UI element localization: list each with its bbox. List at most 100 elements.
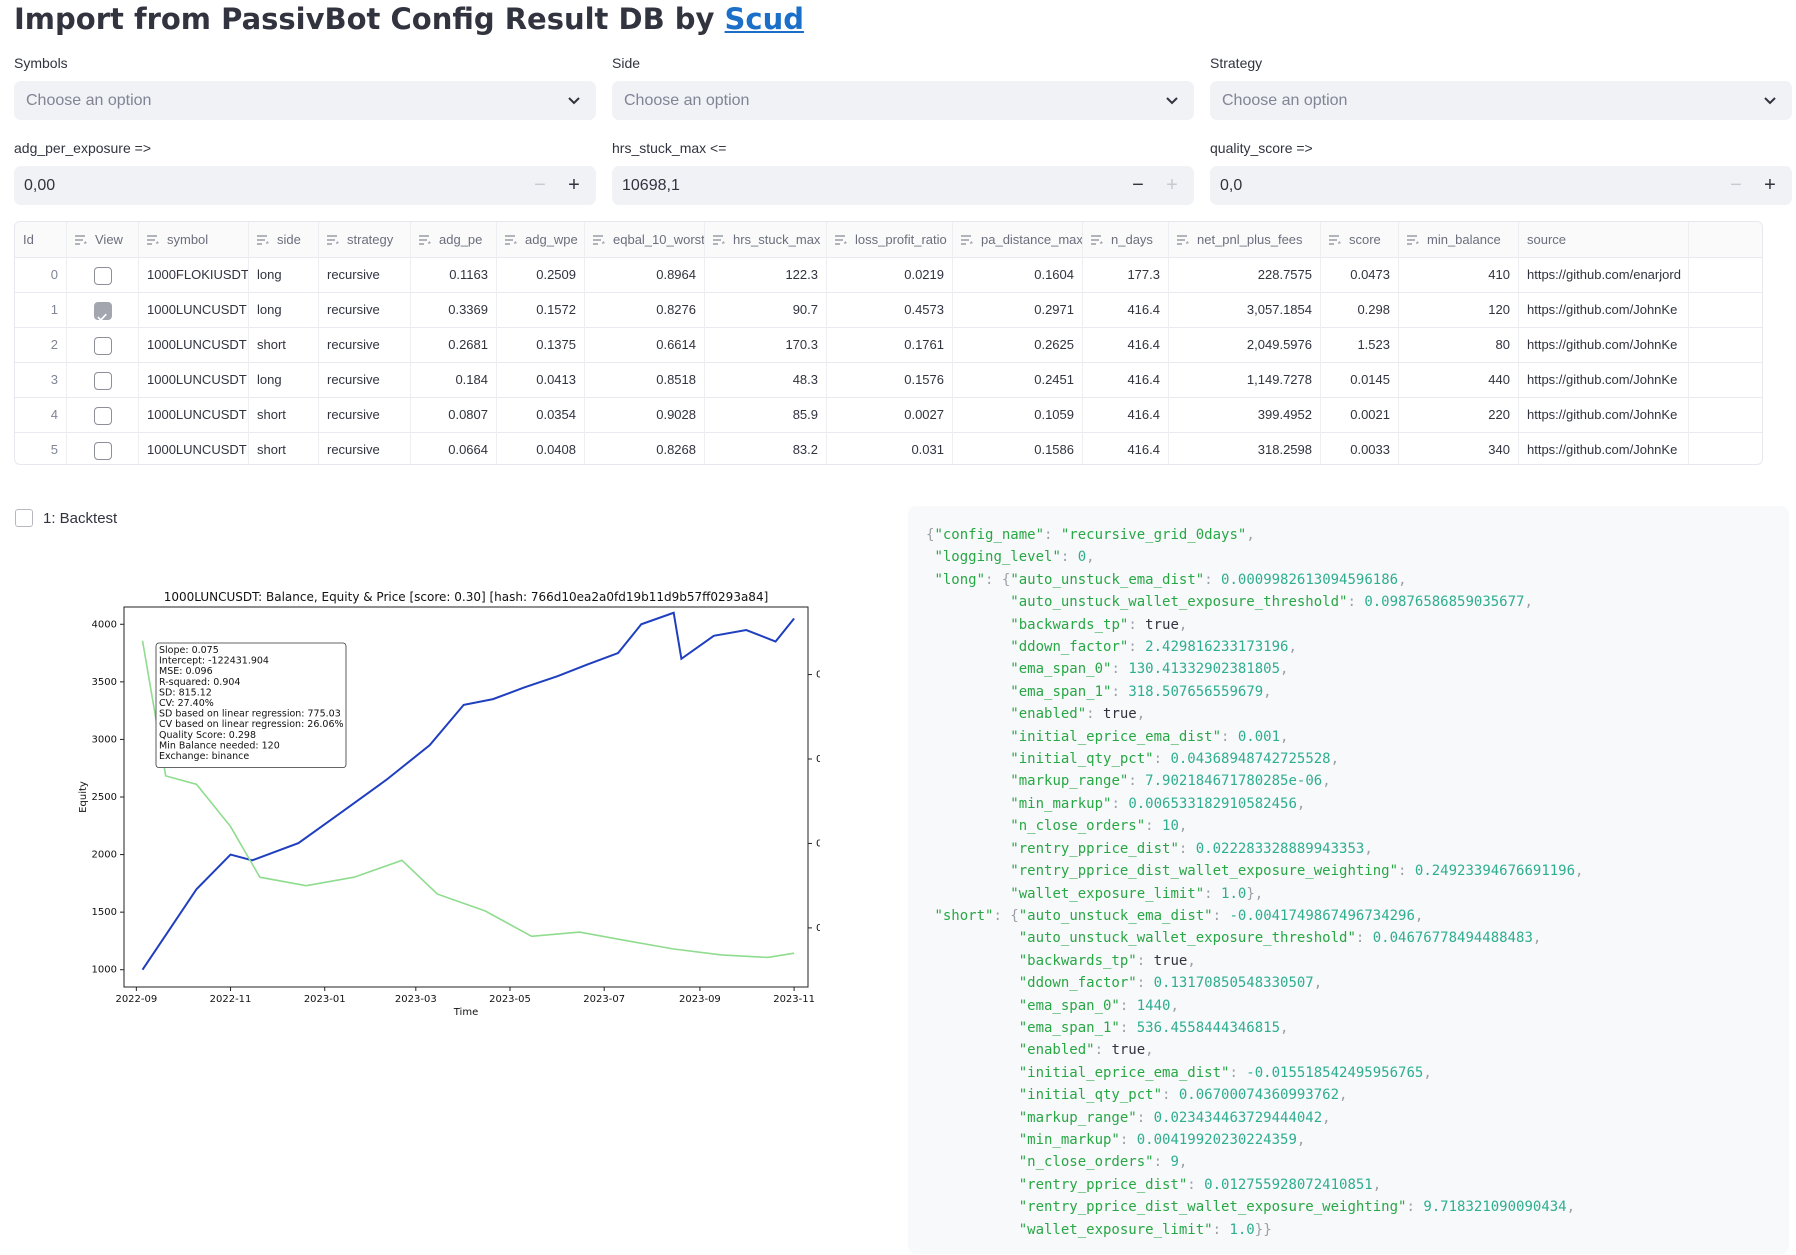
column-header-adg-wpe[interactable]: adg_wpe [497,222,585,257]
cell-strategy: recursive [319,362,411,397]
cell-adg-wpe: 0.1375 [497,327,585,362]
table-row[interactable]: 1 1000LUNCUSDT long recursive 0.3369 0.1572 0.… [15,292,1762,328]
strategy-label: Strategy [1210,55,1263,71]
column-menu-icon [593,235,605,245]
cell-adg-wpe: 0.1572 [497,292,585,327]
backtest-checkbox-box[interactable] [15,509,33,527]
view-checkbox-cell[interactable] [67,327,139,362]
view-checkbox-cell[interactable] [67,292,139,327]
column-header-score[interactable]: score [1321,222,1399,257]
cell-min-balance: 220 [1399,397,1519,432]
quality-score-input[interactable]: 0,0 − + [1210,166,1792,205]
cell-id: 3 [15,362,67,397]
column-header-label: loss_profit_ratio [855,232,947,247]
column-header-min-balance[interactable]: min_balance [1399,222,1519,257]
view-checkbox[interactable] [93,336,112,355]
scud-link[interactable]: Scud [725,2,804,36]
view-checkbox-cell[interactable] [67,432,139,464]
x-tick-label: 2023-11 [773,994,815,1005]
stats-line: R-squared: 0.904 [159,677,240,688]
cell-eqbal: 0.8518 [585,362,705,397]
chevron-down-icon [1166,97,1178,105]
table-row[interactable]: 4 1000LUNCUSDT short recursive 0.0807 0.0354 0… [15,397,1762,433]
y-tick-label: 2500 [92,792,117,803]
cell-adg-pe: 0.3369 [411,292,497,327]
symbols-select[interactable]: Choose an option [14,81,596,120]
cell-strategy: recursive [319,432,411,464]
column-header-source[interactable]: source [1519,222,1689,257]
cell-hrs: 83.2 [705,432,827,464]
column-menu-icon [327,235,339,245]
column-header-pa-distance-max[interactable]: pa_distance_max [953,222,1083,257]
cell-pnl: 2,049.5976 [1169,327,1321,362]
cell-lpr: 0.0027 [827,397,953,432]
column-header-hrs-stuck-max[interactable]: hrs_stuck_max [705,222,827,257]
adg-per-exposure-input[interactable]: 0,00 − + [14,166,596,205]
decrement-button[interactable]: − [1122,166,1154,205]
column-menu-icon [1177,235,1189,245]
view-checkbox-cell[interactable] [67,362,139,397]
column-header-label: net_pnl_plus_fees [1197,232,1303,247]
cell-symbol: 1000LUNCUSDT [139,432,249,464]
results-table[interactable]: Id View symbol side strategy adg_pe adg_wpe eqb… [14,221,1763,465]
column-header-side[interactable]: side [249,222,319,257]
view-checkbox-cell[interactable] [67,257,139,292]
decrement-button[interactable]: − [1720,166,1752,205]
column-header-symbol[interactable]: symbol [139,222,249,257]
y-tick-label: 1000 [92,965,117,976]
side-label: Side [612,55,641,71]
view-checkbox[interactable] [93,441,112,460]
table-row[interactable]: 5 1000LUNCUSDT short recursive 0.0664 0.0408 0… [15,432,1762,464]
column-header-view[interactable]: View [67,222,139,257]
increment-button[interactable]: + [1156,166,1188,205]
x-tick-label: 2023-09 [679,994,721,1005]
chevron-down-icon [568,97,580,105]
increment-button[interactable]: + [1754,166,1786,205]
cell-hrs: 48.3 [705,362,827,397]
column-menu-icon [1091,235,1103,245]
cell-hrs: 90.7 [705,292,827,327]
column-header-strategy[interactable]: strategy [319,222,411,257]
y2-tick-label: 0.1 [816,923,820,934]
stats-line: SD: 815.12 [159,687,212,698]
view-checkbox[interactable] [93,406,112,425]
cell-pnl: 1,149.7278 [1169,362,1321,397]
column-header-adg-pe[interactable]: adg_pe [411,222,497,257]
chart-title: 1000LUNCUSDT: Balance, Equity & Price [s… [164,590,769,604]
y2-tick-label: 0.3 [816,754,820,765]
cell-id: 0 [15,257,67,292]
column-header-net-pnl-plus-fees[interactable]: net_pnl_plus_fees [1169,222,1321,257]
cell-min-balance: 340 [1399,432,1519,464]
table-row[interactable]: 3 1000LUNCUSDT long recursive 0.184 0.0413 0.8… [15,362,1762,398]
view-checkbox[interactable] [93,301,112,321]
side-select[interactable]: Choose an option [612,81,1194,120]
cell-source: https://github.com/JohnKe [1519,362,1689,397]
symbols-label: Symbols [14,55,68,71]
column-header-loss-profit-ratio[interactable]: loss_profit_ratio [827,222,953,257]
column-header-eqbal-10-worst[interactable]: eqbal_10_worst [585,222,705,257]
column-header-id[interactable]: Id [15,222,67,257]
backtest-checkbox[interactable]: 1: Backtest [15,509,117,527]
table-row[interactable]: 0 1000FLOKIUSDT long recursive 0.1163 0.2509 0… [15,257,1762,293]
cell-pad: 0.2971 [953,292,1083,327]
table-row[interactable]: 2 1000LUNCUSDT short recursive 0.2681 0.1375 0… [15,327,1762,363]
column-menu-icon [713,235,725,245]
cell-source: https://github.com/JohnKe [1519,292,1689,327]
cell-adg-pe: 0.0664 [411,432,497,464]
stats-line: MSE: 0.096 [159,666,213,677]
y-tick-label: 3000 [92,734,117,745]
strategy-select[interactable]: Choose an option [1210,81,1792,120]
stats-line: CV based on linear regression: 26.06% [159,719,344,730]
decrement-button[interactable]: − [524,166,556,205]
stats-line: Quality Score: 0.298 [159,730,256,741]
cell-side: long [249,362,319,397]
view-checkbox[interactable] [93,266,112,285]
column-header-n-days[interactable]: n_days [1083,222,1169,257]
y2-tick-label: 0.2 [816,838,820,849]
view-checkbox-cell[interactable] [67,397,139,432]
column-header-label: hrs_stuck_max [733,232,821,247]
hrs-stuck-max-input[interactable]: 10698,1 − + [612,166,1194,205]
increment-button[interactable]: + [558,166,590,205]
x-tick-label: 2023-03 [395,994,437,1005]
view-checkbox[interactable] [93,371,112,390]
